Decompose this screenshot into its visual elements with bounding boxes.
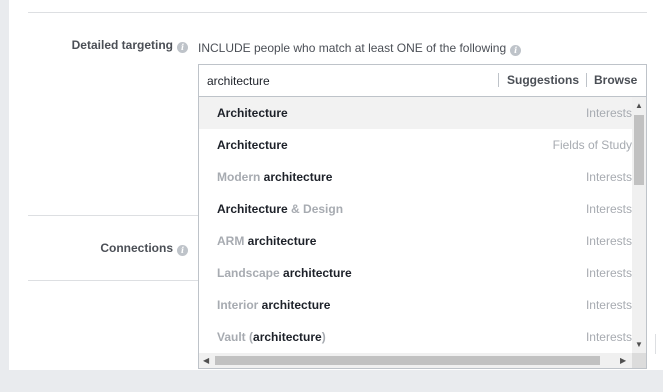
suggestion-name-part: ): [321, 330, 326, 344]
suggestion-name: Architecture: [217, 106, 288, 120]
suggestion-item[interactable]: Architecture Fields of Study: [199, 129, 632, 161]
suggestion-name-part: Modern: [217, 170, 264, 184]
scrollbar-thumb[interactable]: [215, 356, 600, 365]
suggestion-item[interactable]: Architecture Interests: [199, 97, 632, 129]
scroll-left-icon[interactable]: ◀: [203, 356, 209, 366]
search-input[interactable]: [207, 65, 487, 96]
suggestion-name: ARM architecture: [217, 234, 316, 248]
suggestion-item[interactable]: Architecture & Design Interests: [199, 193, 632, 225]
suggestion-item[interactable]: Landscape architecture Interests: [199, 257, 632, 289]
suggestion-name-part: ARM: [217, 234, 248, 248]
suggestion-name-part: architecture: [263, 170, 333, 184]
detailed-targeting-search: Suggestions Browse: [198, 64, 647, 96]
vertical-scrollbar[interactable]: ▲ ▼: [632, 97, 646, 353]
suggestion-category: Interests: [585, 202, 632, 216]
info-icon[interactable]: i: [177, 245, 188, 256]
detailed-targeting-label: Detailed targeting i: [72, 38, 188, 53]
suggestions-button[interactable]: Suggestions: [507, 73, 579, 87]
include-instructions: INCLUDE people who match at least ONE of…: [198, 41, 522, 56]
suggestion-name-part: architecture: [247, 234, 317, 248]
suggestion-name-part: architecture: [283, 266, 352, 280]
suggestion-category: Interests: [585, 170, 632, 184]
scrollbar-corner: [632, 353, 646, 368]
browse-button[interactable]: Browse: [594, 73, 637, 87]
suggestions-dropdown: Architecture Interests Architecture Fields …: [198, 96, 647, 369]
scroll-right-icon[interactable]: ▶: [620, 356, 626, 366]
suggestion-name: Landscape architecture: [217, 266, 352, 280]
horizontal-scrollbar[interactable]: ◀ ▶: [199, 353, 632, 368]
suggestion-name-part: architecture: [253, 330, 322, 344]
divider: [28, 215, 199, 216]
suggestion-name: Interior architecture: [217, 298, 330, 312]
suggestion-name-part: Landscape: [217, 266, 284, 280]
suggestion-name-part: Vault: [217, 330, 250, 344]
suggestion-item[interactable]: Modern architecture Interests: [199, 161, 632, 193]
suggestion-category: Interests: [585, 298, 632, 312]
suggestion-category: Interests: [585, 330, 632, 344]
suggestion-name-part: Architecture: [217, 202, 288, 216]
separator: [586, 73, 587, 87]
suggestion-name-part: & Design: [287, 202, 344, 216]
info-icon[interactable]: i: [510, 45, 522, 56]
separator: [498, 73, 499, 87]
suggestion-item[interactable]: ARM architecture Interests: [199, 225, 632, 257]
suggestion-name-part: architecture: [261, 298, 331, 312]
info-icon[interactable]: i: [177, 42, 188, 53]
divider: [28, 12, 647, 13]
suggestion-item[interactable]: Interior architecture Interests: [199, 289, 632, 321]
suggestion-name: Architecture: [217, 138, 288, 152]
suggestion-item[interactable]: Vault (architecture) Interests: [199, 321, 632, 353]
suggestion-category: Fields of Study: [552, 138, 632, 152]
suggestion-name-part: Architecture: [217, 138, 288, 152]
hidden-field-edge: [655, 334, 656, 354]
scroll-up-icon[interactable]: ▲: [635, 101, 643, 111]
suggestion-name: Architecture & Design: [217, 202, 343, 216]
suggestion-category: Interests: [585, 266, 632, 280]
suggestion-category: Interests: [585, 234, 632, 248]
suggestion-name-part: Interior: [217, 298, 262, 312]
suggestion-name-part: Architecture: [217, 106, 288, 120]
scroll-down-icon[interactable]: ▼: [635, 340, 643, 350]
suggestion-name: Modern architecture: [217, 170, 332, 184]
suggestion-name: Vault (architecture): [217, 330, 326, 344]
scrollbar-thumb[interactable]: [634, 115, 644, 185]
suggestion-category: Interests: [585, 106, 632, 120]
connections-label: Connections i: [100, 241, 188, 256]
divider: [28, 280, 199, 281]
